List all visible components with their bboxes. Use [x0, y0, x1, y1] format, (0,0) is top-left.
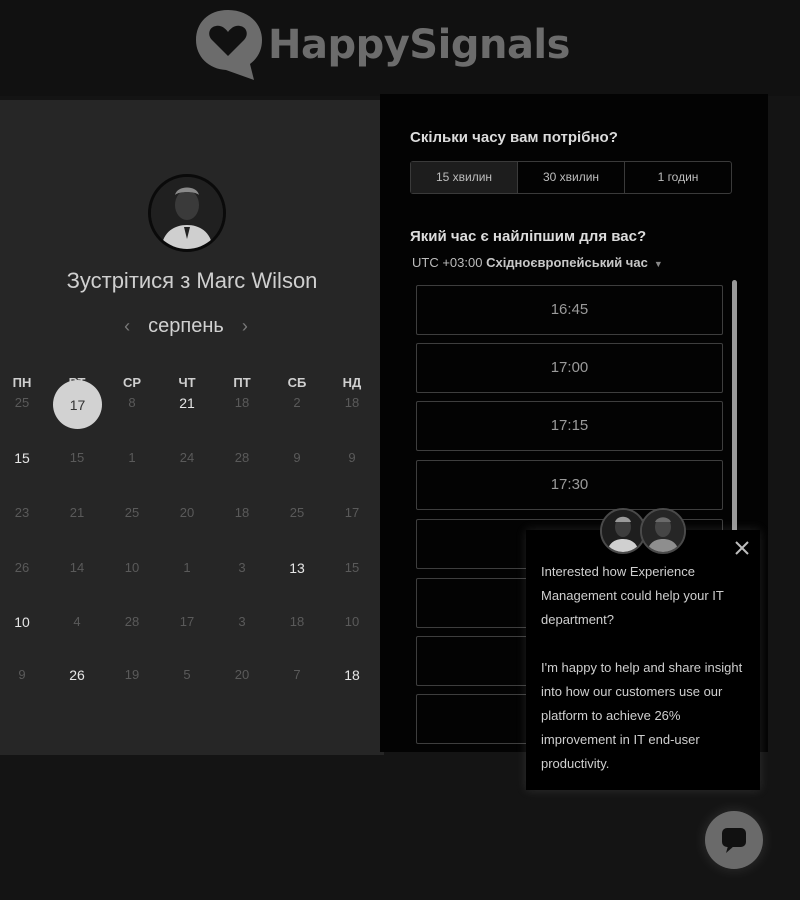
slot-list-scrollbar[interactable] [732, 280, 737, 540]
calendar-day: 3 [238, 614, 246, 629]
weekday-label: ПН [12, 375, 32, 390]
calendar-day: 9 [293, 450, 301, 465]
calendar-day: 25 [289, 505, 305, 520]
calendar-day-available[interactable]: 10 [7, 614, 37, 630]
calendar-day: 23 [14, 505, 30, 520]
chevron-right-icon[interactable]: › [242, 316, 248, 337]
calendar-day: 9 [18, 667, 26, 682]
calendar-day: 19 [124, 667, 140, 682]
chat-popup: Interested how Experience Management cou… [526, 530, 760, 790]
calendar-day: 15 [69, 450, 85, 465]
calendar-day: 10 [124, 560, 140, 575]
calendar-day: 15 [344, 560, 360, 575]
calendar-day: 25 [124, 505, 140, 520]
chat-bubble-icon[interactable] [705, 811, 763, 869]
calendar-day: 28 [234, 450, 250, 465]
calendar-day: 8 [128, 395, 136, 410]
calendar-day-available[interactable]: 21 [172, 395, 202, 411]
calendar-day: 3 [238, 560, 246, 575]
timezone-selector[interactable]: UTC +03:00 Східноєвропейський час ▼ [412, 255, 663, 270]
weekday-label: СБ [287, 375, 307, 390]
calendar-day: 25 [14, 395, 30, 410]
calendar-panel: Зустрітися з Marc Wilson ‹ серпень › ПНВ… [0, 100, 384, 755]
calendar-day-available[interactable]: 26 [62, 667, 92, 683]
caret-down-icon: ▼ [653, 259, 663, 269]
calendar-day: 20 [234, 667, 250, 682]
calendar-day: 9 [348, 450, 356, 465]
time-slot-button[interactable]: 16:45 [416, 285, 723, 335]
chat-message: Interested how Experience Management cou… [541, 560, 751, 800]
page-header: HappySignals [0, 0, 800, 96]
heart-speech-bubble-icon [192, 6, 264, 84]
duration-question: Скільки часу вам потрібно? [410, 129, 618, 146]
calendar-day: 5 [183, 667, 191, 682]
calendar-day: 1 [128, 450, 136, 465]
weekday-label: ЧТ [178, 375, 196, 390]
calendar-day-available[interactable]: 15 [7, 450, 37, 466]
chevron-left-icon[interactable]: ‹ [124, 316, 130, 337]
calendar-day: 18 [344, 395, 360, 410]
timezone-name: Східноєвропейський час [486, 255, 648, 270]
time-slot-button[interactable]: 17:15 [416, 401, 723, 451]
close-icon[interactable] [732, 538, 752, 558]
selected-day[interactable]: 17 [53, 380, 102, 429]
time-slot-button[interactable]: 17:30 [416, 460, 723, 510]
happysignals-logo[interactable]: HappySignals [192, 6, 570, 84]
calendar-day: 4 [73, 614, 81, 629]
agent-avatar [640, 508, 686, 554]
chat-message-paragraph: Interested how Experience Management cou… [541, 564, 724, 627]
calendar-day: 1 [183, 560, 191, 575]
calendar-day: 17 [344, 505, 360, 520]
host-avatar [148, 174, 226, 252]
calendar-day: 21 [69, 505, 85, 520]
calendar-day: 28 [124, 614, 140, 629]
duration-option-15[interactable]: 15 хвилин [411, 162, 517, 193]
calendar-day-available[interactable]: 13 [282, 560, 312, 576]
calendar-day: 10 [344, 614, 360, 629]
calendar-day: 24 [179, 450, 195, 465]
calendar-day: 20 [179, 505, 195, 520]
duration-option-60[interactable]: 1 годин [624, 162, 731, 193]
calendar-day: 18 [234, 505, 250, 520]
time-slot-button[interactable]: 17:00 [416, 343, 723, 393]
month-navigator: ‹ серпень › [0, 315, 372, 338]
time-question: Який час є найліпшим для вас? [410, 228, 647, 245]
chat-message-paragraph: I'm happy to help and share insight into… [541, 660, 743, 771]
calendar-day: 18 [234, 395, 250, 410]
calendar-day: 17 [179, 614, 195, 629]
month-label: серпень [148, 315, 224, 337]
weekday-label: СР [122, 375, 142, 390]
calendar-day: 7 [293, 667, 301, 682]
timezone-offset: UTC +03:00 [412, 255, 483, 270]
calendar-day: 14 [69, 560, 85, 575]
calendar-day: 26 [14, 560, 30, 575]
calendar-day-available[interactable]: 18 [337, 667, 367, 683]
logo-wordmark: HappySignals [268, 22, 570, 68]
weekday-label: ПТ [233, 375, 251, 390]
duration-selector: 15 хвилин 30 хвилин 1 годин [410, 161, 732, 194]
meeting-title: Зустрітися з Marc Wilson [66, 268, 318, 293]
calendar-day: 2 [293, 395, 301, 410]
duration-option-30[interactable]: 30 хвилин [517, 162, 624, 193]
weekday-label: НД [342, 375, 362, 390]
calendar-day: 18 [289, 614, 305, 629]
